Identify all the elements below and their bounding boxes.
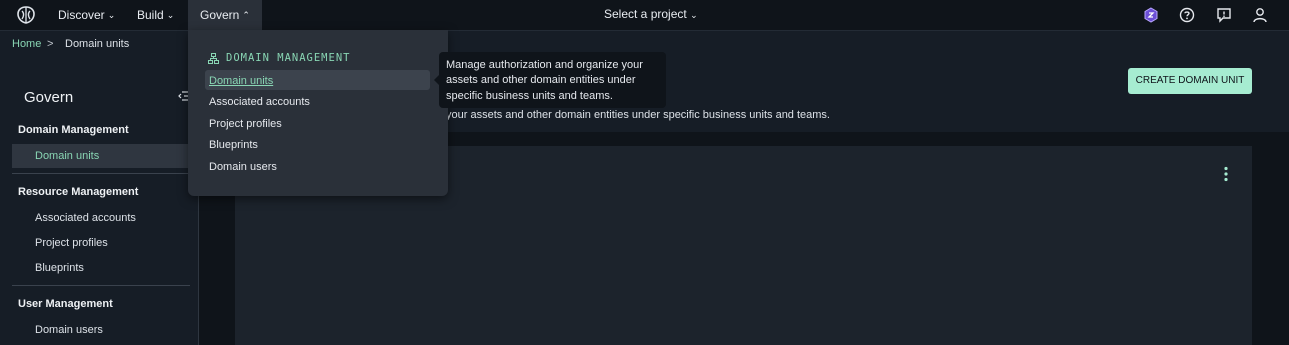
sidebar-item-domain-users[interactable]: Domain users <box>35 324 103 336</box>
project-selector[interactable]: Select a project ⌄ <box>604 0 698 30</box>
sidebar-item-label[interactable]: Domain units <box>35 150 99 162</box>
nav-govern-label: Govern <box>200 8 240 22</box>
govern-dropdown-menu: DOMAIN MANAGEMENT Domain units Associate… <box>188 30 448 196</box>
nav-build-label: Build <box>137 8 164 22</box>
chevron-down-icon: ⌄ <box>166 10 175 20</box>
create-domain-unit-button[interactable]: CREATE DOMAIN UNIT <box>1128 68 1252 94</box>
sidebar-section-domain-management: Domain Management <box>18 124 129 136</box>
tooltip-line: specific business units and teams. <box>446 90 613 102</box>
sidebar-item-associated-accounts[interactable]: Associated accounts <box>35 212 136 224</box>
breadcrumb-home[interactable]: Home <box>12 38 41 50</box>
nav-discover-label: Discover <box>58 8 105 22</box>
dropdown-item-domain-users[interactable]: Domain users <box>209 161 277 173</box>
app-logo-icon[interactable] <box>15 4 37 26</box>
help-icon[interactable] <box>1179 7 1195 23</box>
dropdown-section-header: DOMAIN MANAGEMENT <box>208 52 350 64</box>
user-icon[interactable] <box>1252 7 1268 23</box>
sidebar-section-resource-management: Resource Management <box>18 186 139 198</box>
breadcrumb-separator: > <box>47 38 54 50</box>
kebab-menu-icon[interactable] <box>1223 166 1229 182</box>
sidebar-divider <box>12 285 190 286</box>
nav-build[interactable]: Build ⌄ <box>137 0 174 30</box>
sidebar-item-blueprints[interactable]: Blueprints <box>35 262 84 274</box>
chevron-down-icon: ⌄ <box>107 10 116 20</box>
page-description: your assets and other domain entities un… <box>446 109 830 121</box>
sidebar-item-project-profiles[interactable]: Project profiles <box>35 237 108 249</box>
nav-discover[interactable]: Discover ⌄ <box>58 0 115 30</box>
tooltip-line: Manage authorization and organize your <box>446 59 643 71</box>
chevron-up-icon: ⌃ <box>242 10 250 20</box>
tooltip-line: assets and other domain entities under <box>446 74 636 86</box>
project-selector-label: Select a project <box>604 7 687 21</box>
hexagon-badge-icon[interactable] <box>1143 7 1159 23</box>
sidebar-divider <box>12 173 190 174</box>
sidebar: Govern Domain Management Domain units Re… <box>0 56 199 345</box>
sidebar-title: Govern <box>24 89 74 106</box>
feedback-icon[interactable] <box>1216 7 1232 23</box>
dropdown-header-label: DOMAIN MANAGEMENT <box>226 52 351 64</box>
nav-govern[interactable]: Govern ⌃ <box>188 0 262 30</box>
chevron-down-icon: ⌄ <box>690 10 698 20</box>
dropdown-item-project-profiles[interactable]: Project profiles <box>209 118 282 130</box>
top-navigation: Discover ⌄ Build ⌄ Govern ⌃ Select a pro… <box>0 0 1289 30</box>
dropdown-item-associated-accounts[interactable]: Associated accounts <box>209 96 310 108</box>
breadcrumb-current: Domain units <box>65 38 130 50</box>
sidebar-section-user-management: User Management <box>18 298 113 310</box>
dropdown-item-label[interactable]: Domain units <box>209 75 273 87</box>
dropdown-item-blueprints[interactable]: Blueprints <box>209 139 258 151</box>
hierarchy-icon <box>208 52 219 64</box>
